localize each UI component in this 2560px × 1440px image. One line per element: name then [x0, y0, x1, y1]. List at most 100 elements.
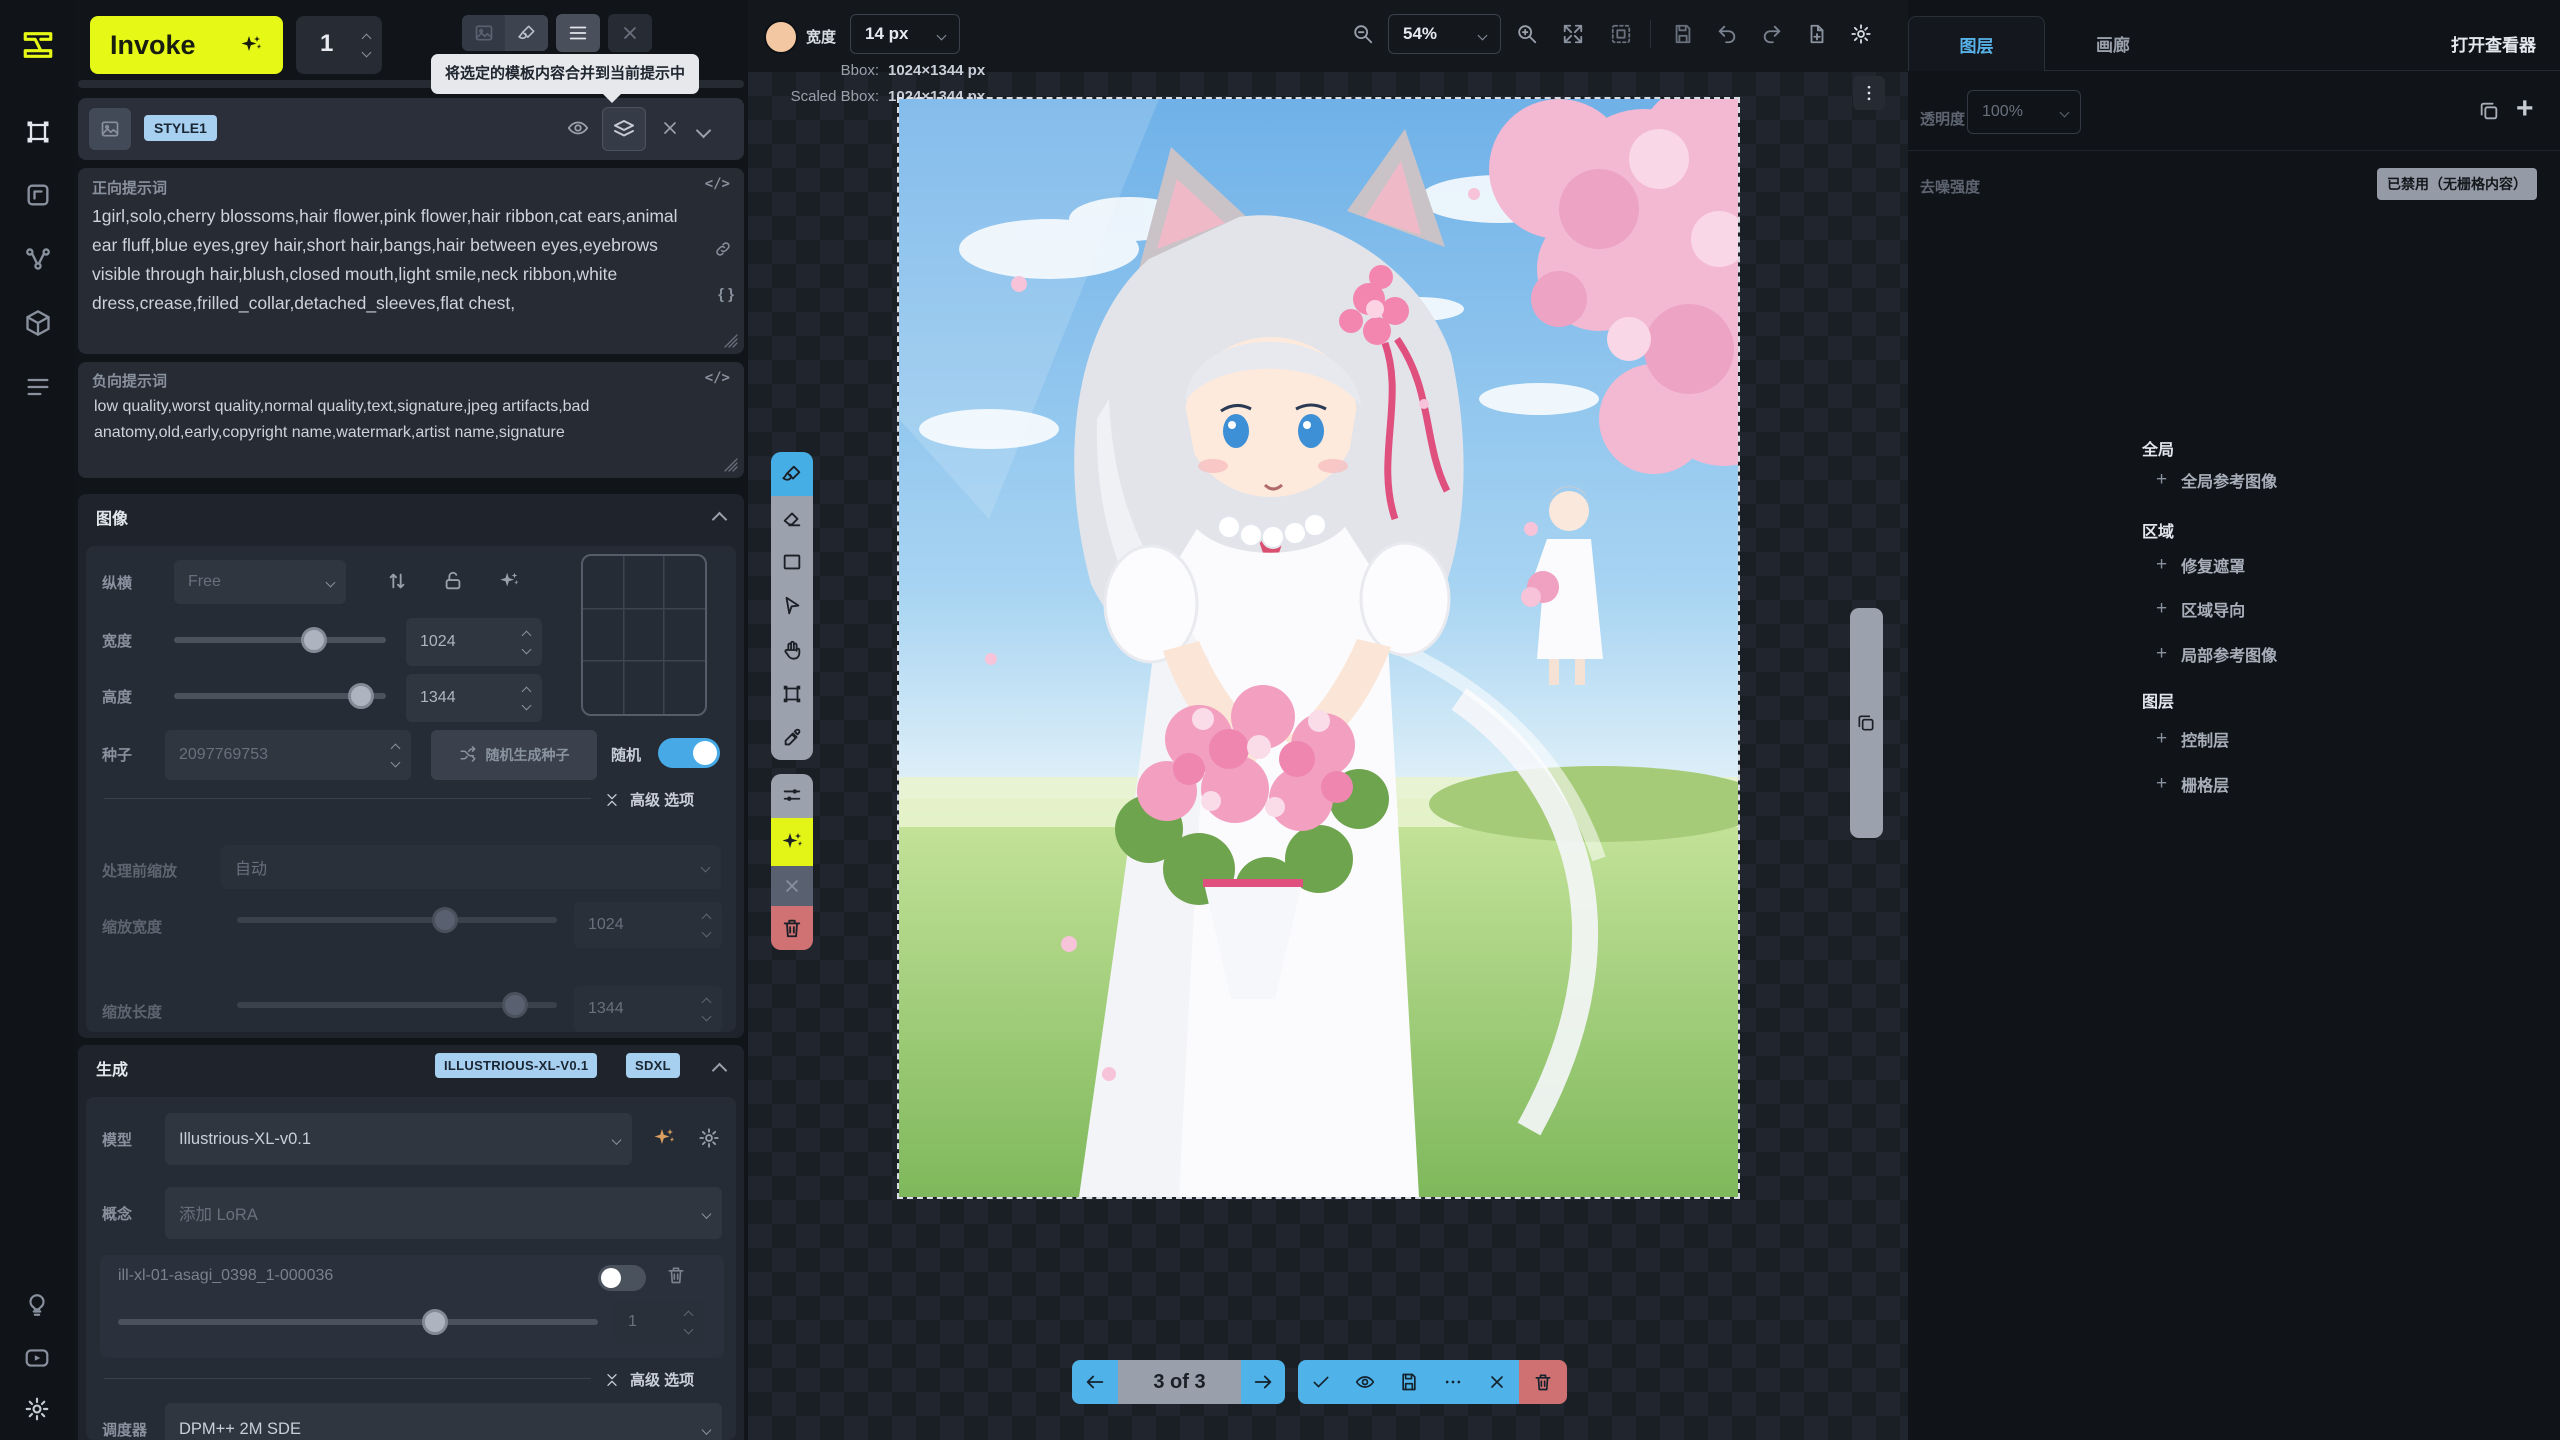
tool-invoke-sparkle-icon[interactable] [771, 818, 813, 866]
iterations-stepper[interactable]: 1 [296, 16, 382, 74]
tool-transform-bbox-icon[interactable] [771, 672, 813, 716]
lora-weight-slider[interactable] [118, 1319, 598, 1325]
seed-input[interactable]: 2097769753 [165, 730, 411, 780]
staging-preview-eye-icon[interactable] [1343, 1360, 1387, 1404]
nav-queue-list-icon[interactable] [24, 373, 52, 401]
tab-layers[interactable]: 图层 [1908, 16, 2045, 71]
new-canvas-icon[interactable] [1806, 23, 1828, 45]
template-menu-button[interactable] [556, 14, 600, 52]
scale-before-select[interactable]: 自动 [221, 845, 721, 889]
invoke-button[interactable]: Invoke [90, 16, 283, 74]
tool-delete-trash-icon[interactable] [771, 906, 813, 950]
tool-brush-icon[interactable] [771, 452, 813, 496]
add-inpaint-mask[interactable]: +修复遮罩 [2156, 553, 2245, 577]
tool-move-cursor-icon[interactable] [771, 584, 813, 628]
resize-handle-icon[interactable] [724, 458, 738, 472]
random-seed-toggle[interactable] [658, 738, 720, 768]
resize-handle-icon[interactable] [724, 334, 738, 348]
nav-models-cube-icon[interactable] [24, 309, 52, 337]
canvas-context-menu-dots-icon[interactable] [1853, 76, 1885, 110]
zoom-level-select[interactable]: 54% [1388, 14, 1501, 54]
tool-filters-sliders-icon[interactable] [771, 774, 813, 818]
lora-weight-input[interactable]: 1 [614, 1301, 704, 1343]
collapse-chevron-up-icon[interactable] [714, 1063, 725, 1081]
image-advanced-options[interactable]: 高级 选项 [604, 789, 694, 810]
template-image-mode-icon[interactable] [462, 15, 505, 51]
link-icon[interactable] [714, 240, 732, 258]
staging-save-icon[interactable] [1387, 1360, 1431, 1404]
lora-trash-icon[interactable] [666, 1265, 686, 1285]
add-regional-guidance[interactable]: +区域导向 [2156, 597, 2245, 621]
braces-icon[interactable]: { } [718, 286, 734, 303]
fit-canvas-expand-icon[interactable] [1562, 23, 1584, 45]
undo-icon[interactable] [1716, 23, 1738, 45]
scheduler-select[interactable]: DPM++ 2M SDE [165, 1403, 722, 1440]
negative-prompt-textarea[interactable]: low quality,worst quality,normal quality… [94, 394, 684, 446]
add-control-layer[interactable]: +控制层 [2156, 727, 2229, 751]
tab-gallery[interactable]: 画廊 [2063, 16, 2163, 70]
model-settings-gear-icon[interactable] [698, 1127, 720, 1149]
code-icon[interactable]: </> [705, 176, 730, 192]
generation-advanced-options[interactable]: 高级 选项 [604, 1369, 694, 1390]
template-brush-mode-icon[interactable] [505, 15, 548, 51]
style-preset-chevron-down-icon[interactable] [698, 123, 709, 141]
lora-select[interactable]: 添加 LoRA [165, 1187, 722, 1239]
add-layer-plus-icon[interactable]: + [2516, 94, 2534, 124]
zoom-out-icon[interactable] [1352, 23, 1374, 45]
video-tutorials-icon[interactable] [24, 1345, 52, 1373]
swap-dimensions-icon[interactable] [386, 570, 408, 592]
optimize-size-sparkle-icon[interactable] [498, 570, 520, 592]
code-icon[interactable]: </> [705, 370, 730, 386]
save-canvas-icon[interactable] [1672, 23, 1694, 45]
tool-rectangle-icon[interactable] [771, 540, 813, 584]
whats-new-bulb-icon[interactable] [24, 1292, 52, 1320]
tool-eraser-icon[interactable] [771, 496, 813, 540]
staging-drawer-handle[interactable] [1850, 608, 1883, 838]
open-viewer-button[interactable]: 打开查看器 [2451, 16, 2536, 70]
lock-aspect-icon[interactable] [442, 570, 464, 592]
tool-color-picker-icon[interactable] [771, 716, 813, 760]
zoom-in-icon[interactable] [1516, 23, 1538, 45]
style-preset-card[interactable]: STYLE1 [78, 98, 744, 160]
nav-canvas-bbox-icon[interactable] [24, 118, 52, 146]
model-default-settings-sparkle-icon[interactable] [652, 1126, 676, 1150]
aspect-select[interactable]: Free [174, 560, 346, 604]
generated-image[interactable] [897, 97, 1740, 1199]
duplicate-layer-copy-icon[interactable] [2478, 100, 2500, 122]
style-preset-clear-x-icon[interactable] [652, 110, 688, 146]
style-preset-merge-stack-icon[interactable] [602, 107, 646, 151]
nav-workflows-nodes-icon[interactable] [24, 245, 52, 273]
staging-discard-x-icon[interactable] [1475, 1360, 1519, 1404]
staging-more-dots-icon[interactable] [1431, 1360, 1475, 1404]
positive-prompt-textarea[interactable]: 1girl,solo,cherry blossoms,hair flower,p… [92, 202, 692, 318]
canvas-settings-gear-icon[interactable] [1850, 23, 1872, 45]
fit-bbox-icon[interactable] [1610, 23, 1632, 45]
add-global-reference-image[interactable]: +全局参考图像 [2156, 468, 2277, 492]
tool-pan-hand-icon[interactable] [771, 628, 813, 672]
add-raster-layer[interactable]: +栅格层 [2156, 772, 2229, 796]
height-input[interactable]: 1344 [406, 674, 542, 722]
brush-width-select[interactable]: 14 px [850, 14, 960, 54]
tool-cancel-x-icon[interactable] [771, 866, 813, 906]
randomize-seed-button[interactable]: 随机生成种子 [431, 730, 597, 780]
opacity-select[interactable]: 100% [1967, 90, 2081, 134]
staging-next-arrow-icon[interactable] [1241, 1360, 1285, 1404]
canvas-workspace: 宽度 14 px 54% Bbox: 1024×1344 px Scaled B… [748, 0, 1908, 1440]
image-section: 图像 纵横 Free 宽度 1024 高度 1344 [78, 494, 744, 1038]
lora-enable-toggle[interactable] [598, 1265, 646, 1291]
brush-color-swatch[interactable] [764, 20, 798, 54]
staging-delete-trash-icon[interactable] [1519, 1360, 1567, 1404]
collapse-chevron-up-icon[interactable] [714, 512, 725, 530]
settings-gear-icon[interactable] [24, 1396, 52, 1424]
model-select[interactable]: Illustrious-XL-v0.1 [165, 1113, 632, 1165]
staging-accept-check-icon[interactable] [1298, 1360, 1343, 1404]
width-input[interactable]: 1024 [406, 618, 542, 666]
redo-icon[interactable] [1761, 23, 1783, 45]
style-preset-view-eye-icon[interactable] [560, 110, 596, 146]
add-regional-reference-image[interactable]: +局部参考图像 [2156, 642, 2277, 666]
staging-prev-arrow-icon[interactable] [1072, 1360, 1118, 1404]
height-slider[interactable] [174, 693, 386, 699]
width-slider[interactable] [174, 637, 386, 643]
template-close-button[interactable] [608, 14, 652, 52]
nav-upscale-frame-icon[interactable] [24, 181, 52, 209]
